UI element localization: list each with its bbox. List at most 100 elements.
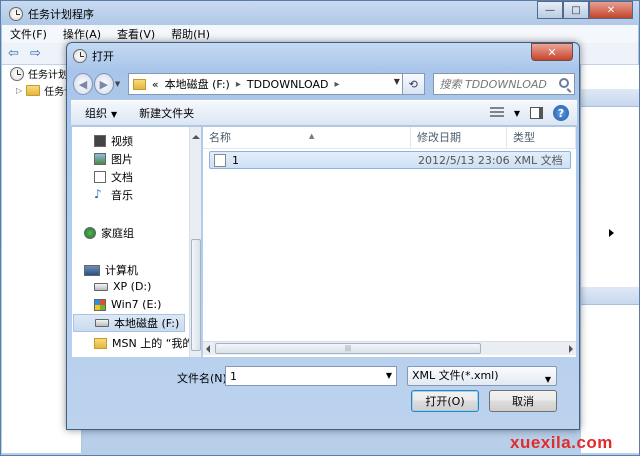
file-name-cell: 1 <box>210 153 418 167</box>
refresh-button[interactable]: ⟲ <box>402 73 425 95</box>
task-scheduler-icon <box>73 49 87 63</box>
folder-icon <box>132 78 146 90</box>
nav-item-label: 图片 <box>111 153 133 166</box>
column-label: 名称 <box>209 131 231 144</box>
dialog-title-bar: 打开 <box>73 48 114 64</box>
nav-item-label: XP (D:) <box>113 280 152 293</box>
address-dropdown-icon[interactable]: ▼ <box>394 77 400 86</box>
menu-file[interactable]: 文件(F) <box>2 26 55 42</box>
actions-header[interactable] <box>581 89 639 107</box>
nav-item-documents[interactable]: 文档 <box>94 169 133 185</box>
address-overflow[interactable]: « <box>152 78 159 91</box>
site-watermark: xuexila.com <box>510 433 613 452</box>
nav-item-label: Win7 (E:) <box>111 298 162 311</box>
change-view-icon[interactable] <box>489 107 504 119</box>
actions-header-selected[interactable] <box>581 287 639 305</box>
clock-icon <box>10 66 24 81</box>
column-date-modified[interactable]: 修改日期 <box>411 127 507 149</box>
nav-item-label: MSN 上的 “我的 <box>112 337 194 350</box>
outer-window-title: 任务计划程序 <box>28 8 94 21</box>
file-name: 1 <box>232 153 239 167</box>
nav-item-label: 文档 <box>111 171 133 184</box>
dialog-close-button[interactable]: ✕ <box>531 43 573 61</box>
filename-input[interactable] <box>226 367 376 385</box>
computer-icon <box>84 264 100 276</box>
menu-action[interactable]: 操作(A) <box>55 26 109 42</box>
open-button[interactable]: 打开(O) <box>411 390 479 412</box>
chevron-down-icon[interactable]: ▼ <box>545 371 551 389</box>
drive-icon <box>94 282 108 291</box>
preview-pane-icon[interactable] <box>530 107 543 119</box>
nav-item-drive-d[interactable]: XP (D:) <box>94 280 151 293</box>
scroll-up-icon[interactable] <box>192 135 200 139</box>
breadcrumb-separator[interactable]: ▸ <box>236 79 241 90</box>
folder-icon <box>26 85 41 96</box>
chevron-down-icon: ▼ <box>111 110 118 119</box>
expand-icon[interactable]: ▷ <box>16 86 22 95</box>
window-controls: — □ ✕ <box>537 1 633 19</box>
search-box[interactable] <box>432 73 576 95</box>
outer-title-bar: 任务计划程序 <box>9 5 94 23</box>
address-bar[interactable]: « 本地磁盘 (F:) ▸ TDDOWNLOAD ▸ ▼ <box>127 73 403 95</box>
breadcrumb-separator[interactable]: ▸ <box>335 79 340 90</box>
scrollbar-thumb[interactable]: ||| <box>215 343 481 354</box>
column-name[interactable]: ▲ 名称 <box>203 127 411 149</box>
nav-item-label: 音乐 <box>111 189 133 202</box>
menu-view[interactable]: 查看(V) <box>109 26 163 42</box>
music-icon: ♪ <box>94 187 102 201</box>
search-icon[interactable] <box>559 78 570 88</box>
open-file-dialog: 打开 ✕ ◀ ▶ ▼ « 本地磁盘 (F:) ▸ TDDOWNLOAD ▸ ▼ … <box>66 42 580 430</box>
back-arrow-icon[interactable]: ⇦ <box>8 46 24 61</box>
nav-item-music[interactable]: ♪ 音乐 <box>94 187 133 203</box>
view-dropdown-icon[interactable]: ▼ <box>514 109 520 118</box>
nav-item-label: 视频 <box>111 135 133 148</box>
nav-item-pictures[interactable]: 图片 <box>94 151 133 167</box>
navigation-row: ◀ ▶ ▼ « 本地磁盘 (F:) ▸ TDDOWNLOAD ▸ ▼ ⟲ <box>73 71 576 97</box>
drive-icon <box>95 319 109 327</box>
nav-item-drive-e[interactable]: Win7 (E:) <box>94 298 161 311</box>
recent-pages-dropdown[interactable]: ▼ <box>115 80 124 88</box>
new-folder-button[interactable]: 新建文件夹 <box>139 105 194 121</box>
cancel-button[interactable]: 取消 <box>489 390 557 412</box>
xml-file-icon <box>214 153 226 167</box>
nav-item-label: 本地磁盘 (F:) <box>114 317 180 330</box>
file-type-value: XML 文件(*.xml) <box>412 369 499 382</box>
tree-item-label: 任务计划 <box>28 70 68 81</box>
nav-item-computer[interactable]: 计算机 <box>84 262 138 278</box>
scrollbar-thumb[interactable] <box>191 239 201 351</box>
scroll-right-icon[interactable] <box>569 345 573 353</box>
column-type[interactable]: 类型 <box>507 127 576 149</box>
menu-help[interactable]: 帮助(H) <box>163 26 218 42</box>
file-list: ▲ 名称 修改日期 类型 1 2012/5/13 23:06 XML 文档 ||… <box>203 127 576 357</box>
maximize-button[interactable]: □ <box>563 1 589 19</box>
forward-button[interactable]: ▶ <box>93 73 114 95</box>
file-type-select[interactable]: XML 文件(*.xml) ▼ <box>407 366 557 386</box>
file-date: 2012/5/13 23:06 <box>418 153 510 167</box>
scroll-left-icon[interactable] <box>206 345 210 353</box>
file-row[interactable]: 1 2012/5/13 23:06 XML 文档 <box>209 151 571 169</box>
nav-item-videos[interactable]: 视频 <box>94 133 133 149</box>
windows-drive-icon <box>94 298 106 311</box>
close-button[interactable]: ✕ <box>589 1 633 19</box>
help-icon[interactable]: ? <box>553 105 569 121</box>
nav-item-label: 计算机 <box>105 264 138 277</box>
back-button[interactable]: ◀ <box>73 73 93 95</box>
nav-item-msn-folder[interactable]: MSN 上的 “我的 <box>94 335 193 351</box>
command-bar: 组织 ▼ 新建文件夹 ▼ ? <box>71 100 577 126</box>
breadcrumb-local-disk[interactable]: 本地磁盘 (F:) <box>165 76 230 92</box>
filename-dropdown-icon[interactable]: ▼ <box>386 371 392 380</box>
file-list-scrollbar[interactable]: ||| <box>203 341 576 355</box>
breadcrumb-tddownload[interactable]: TDDOWNLOAD <box>247 78 329 91</box>
nav-item-drive-f[interactable]: 本地磁盘 (F:) <box>73 314 185 332</box>
submenu-arrow-icon[interactable] <box>609 229 614 237</box>
nav-item-homegroup[interactable]: 家庭组 <box>84 225 134 241</box>
filename-field[interactable]: ▼ <box>225 366 397 386</box>
nav-scrollbar[interactable] <box>189 127 201 357</box>
file-type: XML 文档 <box>514 154 563 167</box>
folder-icon <box>94 337 107 349</box>
minimize-button[interactable]: — <box>537 1 563 19</box>
organize-button[interactable]: 组织 ▼ <box>85 105 117 121</box>
search-input[interactable] <box>439 77 566 91</box>
forward-arrow-icon[interactable]: ⇨ <box>30 46 46 61</box>
organize-label: 组织 <box>85 107 107 120</box>
